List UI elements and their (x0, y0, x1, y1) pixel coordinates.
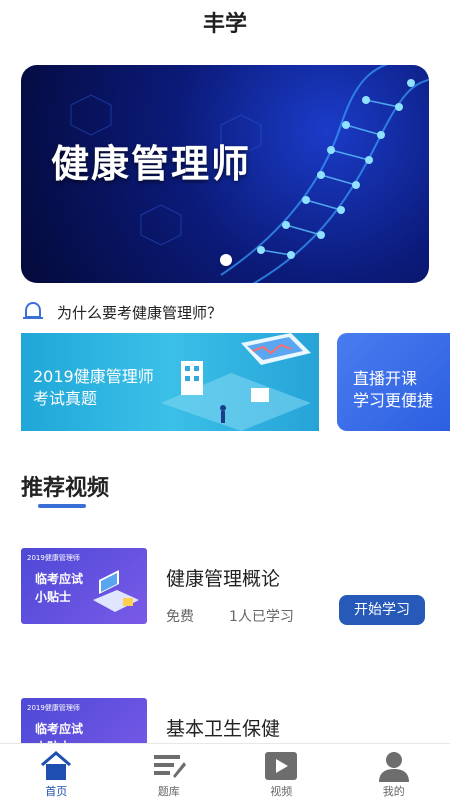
tab-profile[interactable]: 我的 (338, 744, 450, 801)
video-title[interactable]: 健康管理概论 (166, 564, 280, 591)
thumb-caption: 2019健康管理师 (27, 703, 80, 713)
notice-text: 为什么要考健康管理师？ (57, 302, 222, 323)
section-underline (38, 504, 86, 508)
video-thumbnail[interactable]: 2019健康管理师 临考应试 小贴士 (21, 548, 147, 624)
video-card[interactable]: 2019健康管理师 临考应试 小贴士 健康管理概论 免费 1人已学习 开始学习 (21, 548, 431, 628)
home-icon (38, 750, 74, 782)
video-icon (263, 750, 299, 782)
thumb-caption: 2019健康管理师 (27, 553, 80, 563)
banner-line1: 直播开课 (353, 365, 417, 389)
isometric-illustration (141, 333, 319, 431)
start-study-button[interactable]: 开始学习 (339, 595, 425, 625)
video-learners: 1人已学习 (229, 606, 294, 626)
laptop-illustration (89, 570, 141, 614)
thumb-title-line1: 临考应试 (35, 720, 83, 737)
app-title: 丰学 (0, 8, 450, 42)
live-class-banner[interactable]: 直播开课 学习更便捷 (337, 333, 450, 431)
video-title[interactable]: 基本卫生保健 (166, 714, 280, 741)
bell-icon (21, 300, 45, 324)
tab-question-bank[interactable]: 题库 (113, 744, 226, 801)
banner-line1: 2019健康管理师 (33, 363, 154, 387)
tab-label: 视频 (225, 783, 338, 799)
question-bank-icon (151, 750, 187, 782)
hero-title: 健康管理师 (51, 133, 251, 188)
exam-questions-banner[interactable]: 2019健康管理师 考试真题 (21, 333, 319, 431)
tab-label: 我的 (338, 783, 450, 799)
banner-line2: 学习更便捷 (353, 387, 433, 411)
bottom-tab-bar: 首页 题库 视频 我的 (0, 743, 450, 801)
tab-label: 题库 (113, 783, 226, 799)
thumb-title-line2: 小贴士 (35, 588, 71, 605)
thumb-title-line1: 临考应试 (35, 570, 83, 587)
tab-home[interactable]: 首页 (0, 744, 113, 801)
profile-icon (376, 750, 412, 782)
section-title: 推荐视频 (21, 470, 109, 502)
hero-banner[interactable]: 健康管理师 (21, 65, 429, 283)
banner-line2: 考试真题 (33, 385, 97, 409)
video-price: 免费 (166, 606, 194, 626)
tab-label: 首页 (0, 783, 113, 799)
tab-video[interactable]: 视频 (225, 744, 338, 801)
notice-bar[interactable]: 为什么要考健康管理师？ (21, 298, 431, 326)
